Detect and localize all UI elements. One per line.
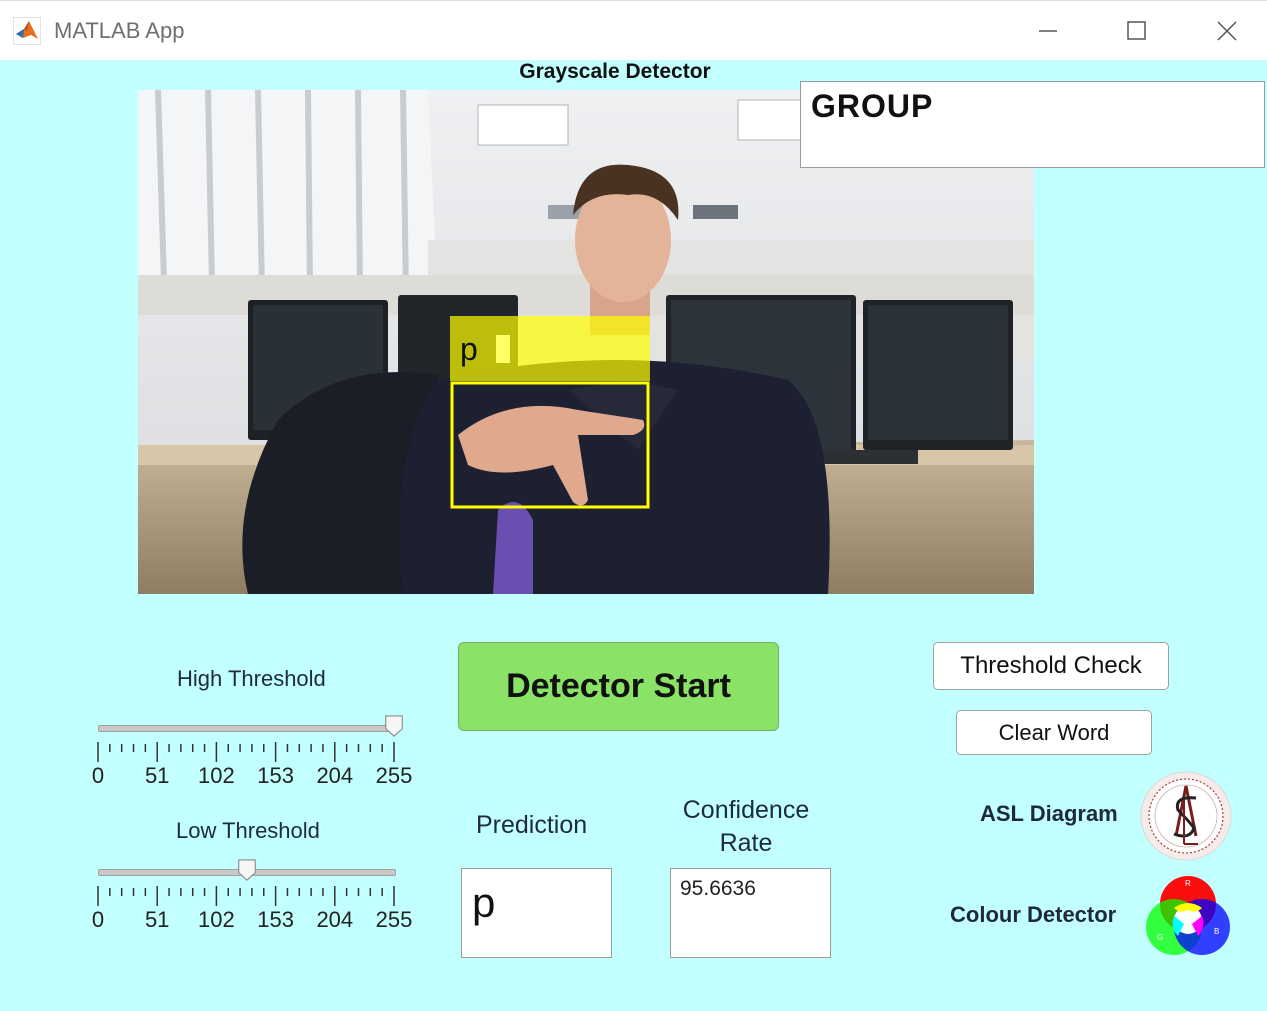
group-text-field[interactable]: GROUP bbox=[800, 81, 1265, 168]
maximize-button[interactable] bbox=[1114, 11, 1160, 51]
close-button[interactable] bbox=[1204, 11, 1250, 51]
asl-diagram-label: ASL Diagram bbox=[980, 801, 1118, 826]
confidence-field[interactable]: 95.6636 bbox=[670, 868, 831, 958]
svg-text:R: R bbox=[1185, 879, 1191, 888]
high-tick-label: 0 bbox=[91, 763, 105, 788]
minimize-icon bbox=[1039, 30, 1057, 32]
confidence-label: Confidence Rate bbox=[666, 794, 826, 860]
detection-label-text: p bbox=[460, 331, 478, 367]
high-threshold-label: High Threshold bbox=[177, 666, 326, 691]
group-text: GROUP bbox=[811, 88, 934, 124]
low-tick-label: 102 bbox=[198, 907, 235, 932]
low-tick-label: 153 bbox=[257, 907, 294, 932]
maximize-icon bbox=[1127, 21, 1146, 40]
low-threshold-thumb[interactable] bbox=[237, 859, 257, 881]
high-tick-label: 255 bbox=[375, 763, 413, 788]
high-threshold-ticks bbox=[97, 742, 395, 762]
prediction-label: Prediction bbox=[476, 811, 588, 839]
high-tick-label: 204 bbox=[316, 763, 354, 788]
window-title: MATLAB App bbox=[54, 18, 185, 43]
colour-detector-button[interactable]: R G B bbox=[1144, 872, 1234, 960]
rgb-color-wheel-icon: R G B bbox=[1146, 876, 1230, 955]
panel-title: Grayscale Detector bbox=[519, 60, 711, 83]
prediction-value: p bbox=[472, 879, 496, 926]
low-threshold-label: Low Threshold bbox=[176, 818, 320, 843]
low-tick-label: 204 bbox=[316, 907, 354, 932]
confidence-label-line1: Confidence bbox=[682, 796, 810, 824]
confidence-value: 95.6636 bbox=[680, 877, 756, 900]
close-icon bbox=[1217, 21, 1237, 41]
window-titlebar: MATLAB App bbox=[0, 0, 1267, 61]
app-content: Grayscale Detector p GROUP High Threshol… bbox=[0, 60, 1267, 1011]
low-tick-label: 0 bbox=[91, 907, 105, 932]
detector-start-button[interactable]: Detector Start bbox=[458, 642, 779, 731]
matlab-icon bbox=[13, 17, 41, 45]
low-threshold-ticks bbox=[97, 886, 395, 906]
prediction-field[interactable]: p bbox=[461, 868, 612, 958]
clear-word-button[interactable]: Clear Word bbox=[956, 710, 1152, 755]
detection-label-background bbox=[450, 316, 650, 381]
confidence-label-line2: Rate bbox=[719, 829, 773, 857]
svg-text:G: G bbox=[1157, 933, 1163, 942]
asl-diagram-button[interactable] bbox=[1138, 770, 1234, 862]
svg-text:B: B bbox=[1214, 927, 1219, 936]
low-tick-label: 51 bbox=[144, 907, 170, 932]
high-threshold-track[interactable] bbox=[98, 725, 396, 732]
colour-detector-label: Colour Detector bbox=[950, 902, 1117, 927]
high-tick-label: 102 bbox=[198, 763, 235, 788]
high-tick-label: 51 bbox=[144, 763, 170, 788]
threshold-check-button[interactable]: Threshold Check bbox=[933, 642, 1169, 690]
low-tick-label: 255 bbox=[375, 907, 413, 932]
high-tick-label: 153 bbox=[257, 763, 294, 788]
asl-logo-icon bbox=[1140, 771, 1232, 861]
high-threshold-thumb[interactable] bbox=[384, 715, 404, 737]
minimize-button[interactable] bbox=[1025, 11, 1071, 51]
